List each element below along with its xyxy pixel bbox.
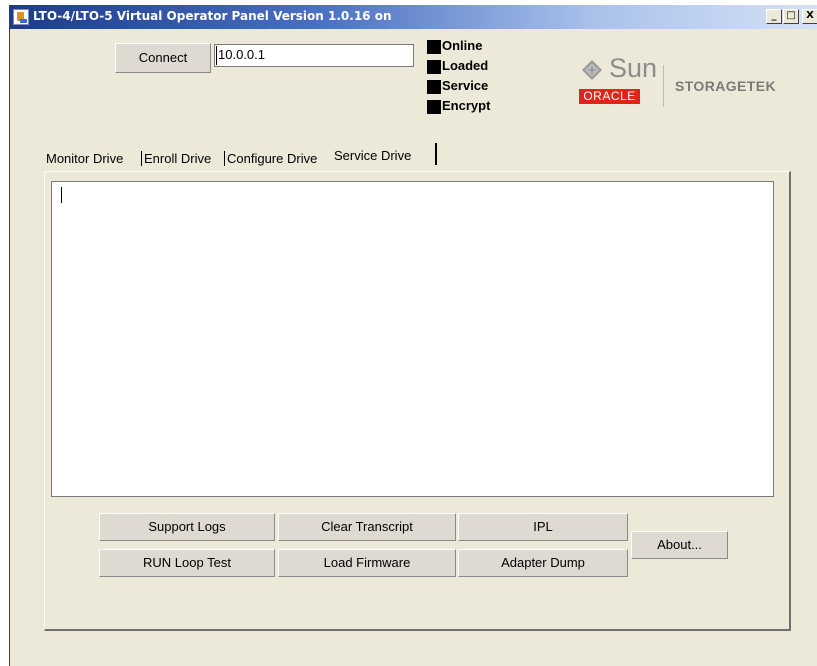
oracle-logo: ORACLE — [579, 89, 640, 104]
tab-divider — [224, 151, 225, 166]
storagetek-logo-text: STORAGETEK — [675, 78, 776, 94]
clear-transcript-button[interactable]: Clear Transcript — [278, 513, 456, 541]
close-button[interactable]: X — [802, 9, 817, 24]
status-encrypt-label: Encrypt — [442, 98, 491, 113]
active-tab-edge — [435, 143, 437, 165]
status-loaded: Loaded — [427, 58, 537, 74]
tab-service-drive[interactable]: Service Drive — [334, 143, 411, 167]
status-service: Service — [427, 78, 537, 94]
encrypt-indicator-icon — [427, 100, 441, 114]
text-caret — [61, 187, 62, 203]
run-loop-test-button[interactable]: RUN Loop Test — [99, 549, 275, 577]
load-firmware-button[interactable]: Load Firmware — [278, 549, 456, 577]
connect-button[interactable]: Connect — [115, 43, 211, 73]
status-online-label: Online — [442, 38, 483, 53]
online-indicator-icon — [427, 40, 441, 54]
loaded-indicator-icon — [427, 60, 441, 74]
tab-divider — [141, 151, 142, 166]
ipl-button[interactable]: IPL — [458, 513, 628, 541]
maximize-button[interactable]: □ — [783, 9, 799, 24]
sun-oracle-storagetek-logo: Sun ORACLE STORAGETEK — [579, 53, 789, 117]
window-title: LTO-4/LTO-5 Virtual Operator Panel Versi… — [33, 9, 392, 23]
status-loaded-label: Loaded — [442, 58, 489, 73]
transcript-area[interactable] — [51, 181, 774, 497]
tab-enroll-drive[interactable]: Enroll Drive — [144, 146, 211, 170]
status-encrypt: Encrypt — [427, 98, 537, 114]
service-indicator-icon — [427, 80, 441, 94]
tab-monitor-drive[interactable]: Monitor Drive — [46, 146, 123, 170]
support-logs-button[interactable]: Support Logs — [99, 513, 275, 541]
java-app-icon — [13, 9, 29, 25]
title-bar[interactable]: LTO-4/LTO-5 Virtual Operator Panel Versi… — [10, 5, 817, 29]
minimize-button[interactable]: _ — [766, 9, 782, 24]
tab-configure-drive[interactable]: Configure Drive — [227, 146, 317, 170]
status-online: Online — [427, 38, 537, 54]
status-service-label: Service — [442, 78, 489, 93]
logo-divider — [663, 65, 664, 107]
sun-diamond-icon — [582, 60, 602, 80]
adapter-dump-button[interactable]: Adapter Dump — [458, 549, 628, 577]
about-button[interactable]: About... — [631, 531, 728, 559]
sun-logo-text: Sun — [609, 53, 658, 83]
address-input[interactable]: 10.0.0.1 — [214, 44, 414, 67]
